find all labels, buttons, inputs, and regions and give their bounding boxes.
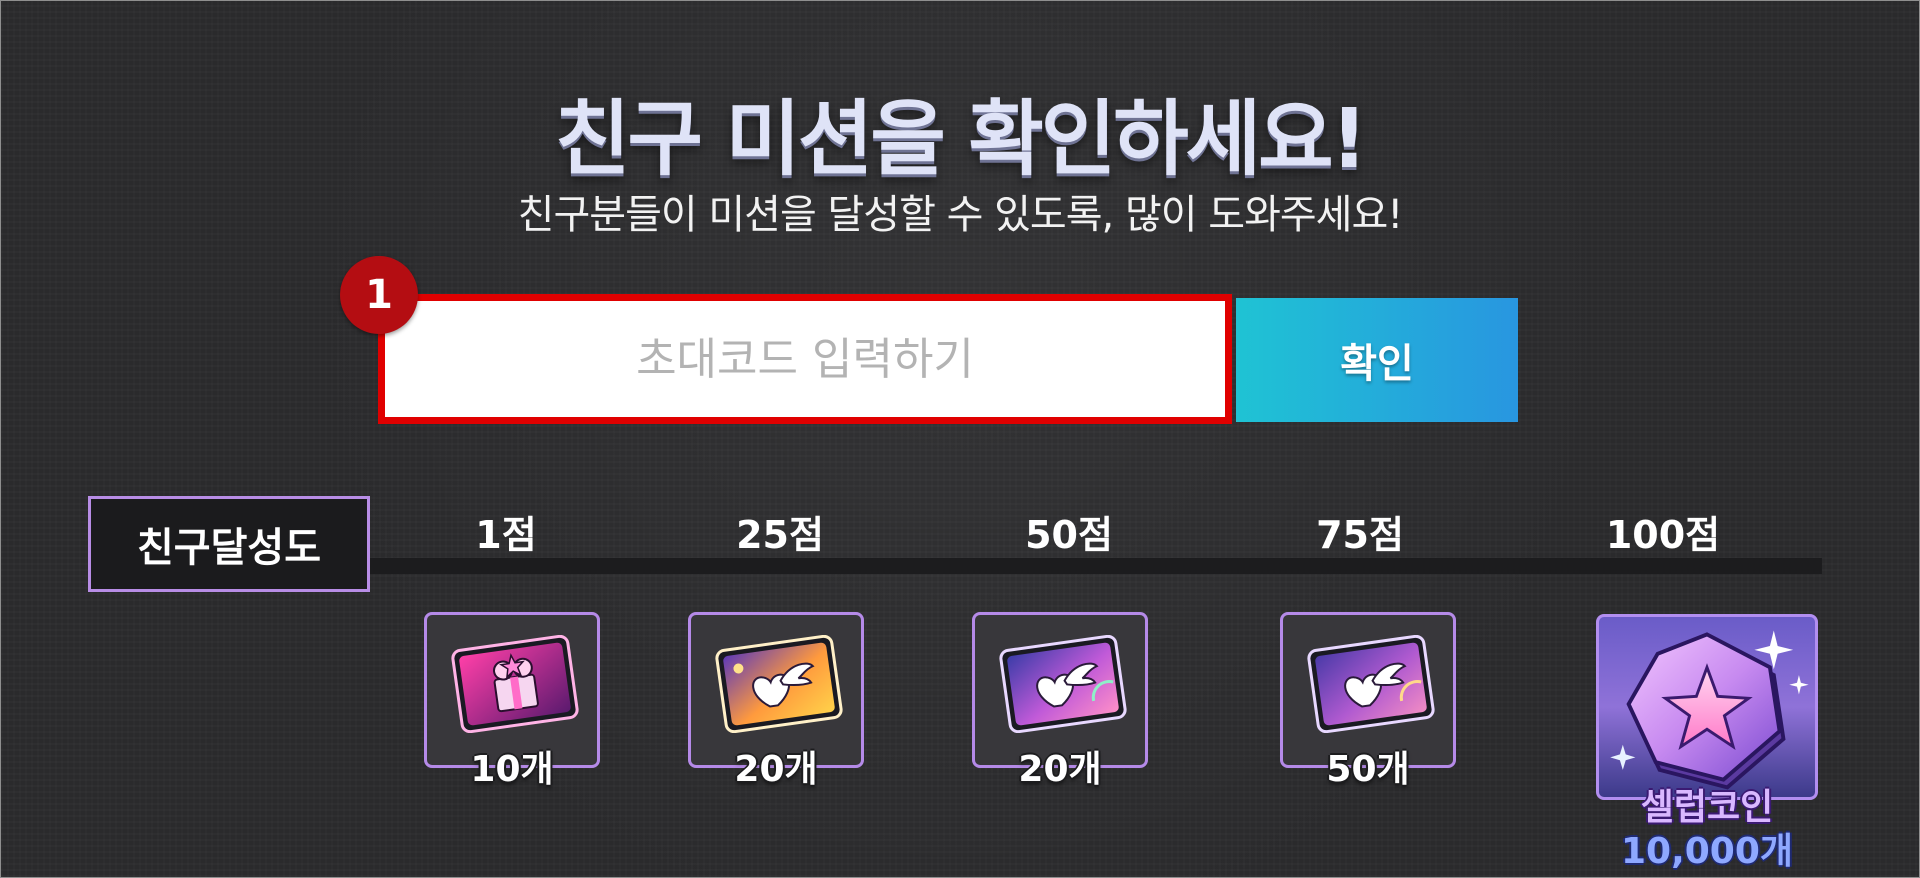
gift-box-card-icon: [451, 635, 579, 733]
reward-count: 20개: [734, 749, 818, 790]
reward-count: 50개: [1326, 749, 1410, 790]
page-subtitle: 친구분들이 미션을 달성할 수 있도록, 많이 도와주세요!: [517, 192, 1404, 238]
invite-code-input[interactable]: [385, 301, 1225, 417]
milestone-label: 100점: [1605, 513, 1721, 557]
milestone-label: 1점: [475, 513, 537, 557]
winged-heart-card-icon: [715, 635, 843, 733]
invite-code-field[interactable]: [378, 294, 1232, 424]
milestone-label: 50점: [1025, 513, 1113, 557]
achievement-label: 친구달성도: [88, 496, 370, 592]
progress-track: [370, 558, 1822, 574]
grand-reward-count: 10,000개: [1620, 831, 1794, 872]
winged-heart-card-icon: [999, 635, 1127, 733]
winged-heart-card-icon: [1307, 635, 1435, 733]
reward-count: 10개: [470, 749, 554, 790]
milestone-label: 25점: [736, 513, 824, 557]
page-title: 친구 미션을 확인하세요!: [555, 92, 1368, 187]
step-badge: 1: [340, 256, 418, 334]
milestone-label: 75점: [1316, 513, 1404, 557]
celeb-coin-icon: [1610, 630, 1809, 790]
grand-reward-item: [1596, 614, 1818, 800]
confirm-button[interactable]: 확인: [1236, 298, 1518, 422]
reward-count: 20개: [1018, 749, 1102, 790]
